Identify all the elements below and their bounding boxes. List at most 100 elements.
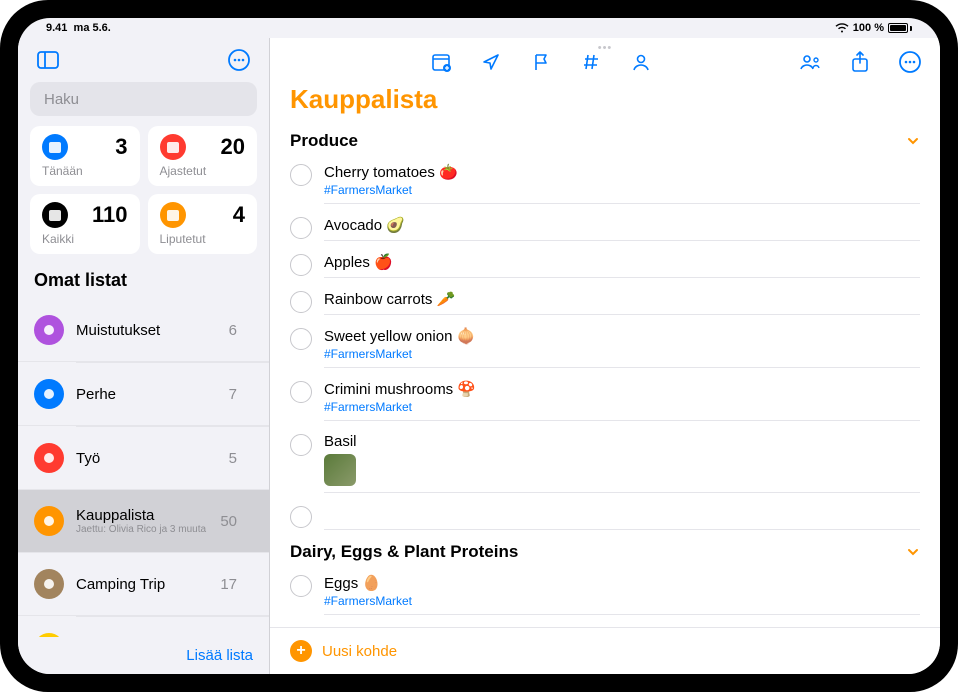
reminder-item[interactable]: Cherry tomatoes 🍅#FarmersMarket xyxy=(290,157,920,210)
complete-checkbox[interactable] xyxy=(290,254,312,276)
list-icon xyxy=(34,506,64,536)
complete-checkbox[interactable] xyxy=(290,434,312,456)
flag-button[interactable] xyxy=(527,48,555,76)
list-text: Camping Trip xyxy=(76,576,208,593)
smart-tile-kaikki[interactable]: 110Kaikki xyxy=(30,194,140,254)
smart-count: 20 xyxy=(221,134,245,160)
chevron-down-icon xyxy=(906,545,920,559)
reminder-item[interactable]: Eggs 🥚#FarmersMarket xyxy=(290,568,920,621)
more-options-button[interactable] xyxy=(896,48,924,76)
sidebar: 3Tänään 20 Ajastetut 110Kaikki4Liputetut Om… xyxy=(18,38,270,674)
sidebar-list-työ[interactable]: Työ5 xyxy=(18,427,269,490)
item-body: Crimini mushrooms 🍄#FarmersMarket xyxy=(324,380,920,421)
multitask-grabber[interactable]: ••• xyxy=(598,42,613,54)
list-count: 50 xyxy=(220,513,237,530)
reminders-content[interactable]: Produce Cherry tomatoes 🍅#FarmersMarket Av… xyxy=(270,125,940,627)
list-name: Camping Trip xyxy=(76,576,208,593)
app: 3Tänään 20 Ajastetut 110Kaikki4Liputetut Om… xyxy=(18,38,940,674)
item-tag[interactable]: #FarmersMarket xyxy=(324,594,920,608)
complete-checkbox[interactable] xyxy=(290,575,312,597)
reminder-item[interactable]: Apples 🍎 xyxy=(290,247,920,284)
list-name: Kauppalista xyxy=(76,507,208,524)
item-title: Avocado 🥑 xyxy=(324,216,920,234)
item-body: Eggs 🥚#FarmersMarket xyxy=(324,574,920,615)
toggle-sidebar-button[interactable] xyxy=(34,46,62,74)
sidebar-list-muistutukset[interactable]: Muistutukset 6 xyxy=(18,299,269,362)
smart-tile-tänään[interactable]: 3Tänään xyxy=(30,126,140,186)
group-header[interactable]: Produce xyxy=(290,125,920,157)
sidebar-top-bar xyxy=(18,38,269,82)
share-button[interactable] xyxy=(846,48,874,76)
sidebar-list-book-club[interactable]: Book club5 xyxy=(18,617,269,637)
list-icon xyxy=(34,569,64,599)
location-button[interactable] xyxy=(477,48,505,76)
my-lists-header: Omat listat xyxy=(18,266,269,295)
status-bar: 9.41 ma 5.6. 100 % xyxy=(18,18,940,38)
new-item-button[interactable]: + Uusi kohde xyxy=(270,627,940,674)
item-thumbnail[interactable] xyxy=(324,454,356,486)
smart-tile-liputetut[interactable]: 4Liputetut xyxy=(148,194,258,254)
list-subtitle: Jaettu: Olivia Rico ja 3 muuta xyxy=(76,524,208,535)
complete-checkbox[interactable] xyxy=(290,381,312,403)
main-pane: ••• Kauppalista Produce Cherry tomatoes 🍅… xyxy=(270,38,940,674)
list-name: Muistutukset xyxy=(76,322,217,339)
search-input[interactable] xyxy=(44,91,243,108)
sidebar-list-camping-trip[interactable]: Camping Trip17 xyxy=(18,553,269,616)
reminder-item[interactable]: Crimini mushrooms 🍄#FarmersMarket xyxy=(290,374,920,427)
smart-count: 3 xyxy=(115,134,127,160)
search-wrap xyxy=(18,82,269,126)
search-field[interactable] xyxy=(30,82,257,116)
item-body: Sweet yellow onion 🧅#FarmersMarket xyxy=(324,327,920,368)
complete-checkbox[interactable] xyxy=(290,328,312,350)
status-right: 100 % xyxy=(835,22,912,34)
chevron-down-icon xyxy=(906,134,920,148)
ipad-frame: 9.41 ma 5.6. 100 % 3Tänään 20 Ajastetut 110… xyxy=(0,0,958,692)
calendar-add-button[interactable] xyxy=(427,48,455,76)
item-body: Basil xyxy=(324,433,920,493)
list-name: Perhe xyxy=(76,386,217,403)
group-title: Produce xyxy=(290,131,358,151)
item-tag[interactable]: #FarmersMarket xyxy=(324,347,920,361)
item-body: Rainbow carrots 🥕 xyxy=(324,290,920,315)
status-date: ma 5.6. xyxy=(74,22,111,34)
complete-checkbox[interactable] xyxy=(290,164,312,186)
complete-checkbox[interactable] xyxy=(290,217,312,239)
group-title: Dairy, Eggs & Plant Proteins xyxy=(290,542,518,562)
item-tag[interactable]: #FarmersMarket xyxy=(324,400,920,414)
smart-label: Ajastetut xyxy=(160,164,246,178)
reminder-item[interactable]: Avocado 🥑 xyxy=(290,210,920,247)
smart-count: 110 xyxy=(92,202,128,228)
group-header[interactable]: Dairy, Eggs & Plant Proteins xyxy=(290,536,920,568)
smart-lists-grid: 3Tänään 20 Ajastetut 110Kaikki4Liputetut xyxy=(18,126,269,266)
person-button[interactable] xyxy=(627,48,655,76)
reminder-item[interactable]: Basil xyxy=(290,427,920,499)
list-text: Muistutukset xyxy=(76,322,217,339)
smart-tile-ajastetut[interactable]: 20 Ajastetut xyxy=(148,126,258,186)
list-text: Perhe xyxy=(76,386,217,403)
status-left: 9.41 ma 5.6. xyxy=(46,22,111,34)
new-item-label: Uusi kohde xyxy=(322,643,397,660)
toolbar-right xyxy=(796,48,924,76)
complete-checkbox[interactable] xyxy=(290,506,312,528)
smart-icon xyxy=(42,134,68,160)
list-count: 6 xyxy=(229,322,237,339)
smart-count: 4 xyxy=(233,202,245,228)
list-text: KauppalistaJaettu: Olivia Rico ja 3 muut… xyxy=(76,507,208,535)
add-list-button[interactable]: Lisää lista xyxy=(186,647,253,664)
item-body: Avocado 🥑 xyxy=(324,216,920,241)
collaborate-button[interactable] xyxy=(796,48,824,76)
item-title: Apples 🍎 xyxy=(324,253,920,271)
reminder-item-empty[interactable] xyxy=(290,499,920,536)
battery-icon xyxy=(888,23,912,33)
sidebar-list-perhe[interactable]: Perhe 7 xyxy=(18,363,269,426)
more-button[interactable] xyxy=(225,46,253,74)
sidebar-list-kauppalista[interactable]: KauppalistaJaettu: Olivia Rico ja 3 muut… xyxy=(18,490,269,553)
status-time: 9.41 xyxy=(46,22,67,34)
reminder-item[interactable]: Sweet yellow onion 🧅#FarmersMarket xyxy=(290,321,920,374)
plus-icon: + xyxy=(290,640,312,662)
item-tag[interactable]: #FarmersMarket xyxy=(324,183,920,197)
complete-checkbox[interactable] xyxy=(290,291,312,313)
list-title: Kauppalista xyxy=(270,80,940,125)
list-count: 7 xyxy=(229,386,237,403)
reminder-item[interactable]: Rainbow carrots 🥕 xyxy=(290,284,920,321)
